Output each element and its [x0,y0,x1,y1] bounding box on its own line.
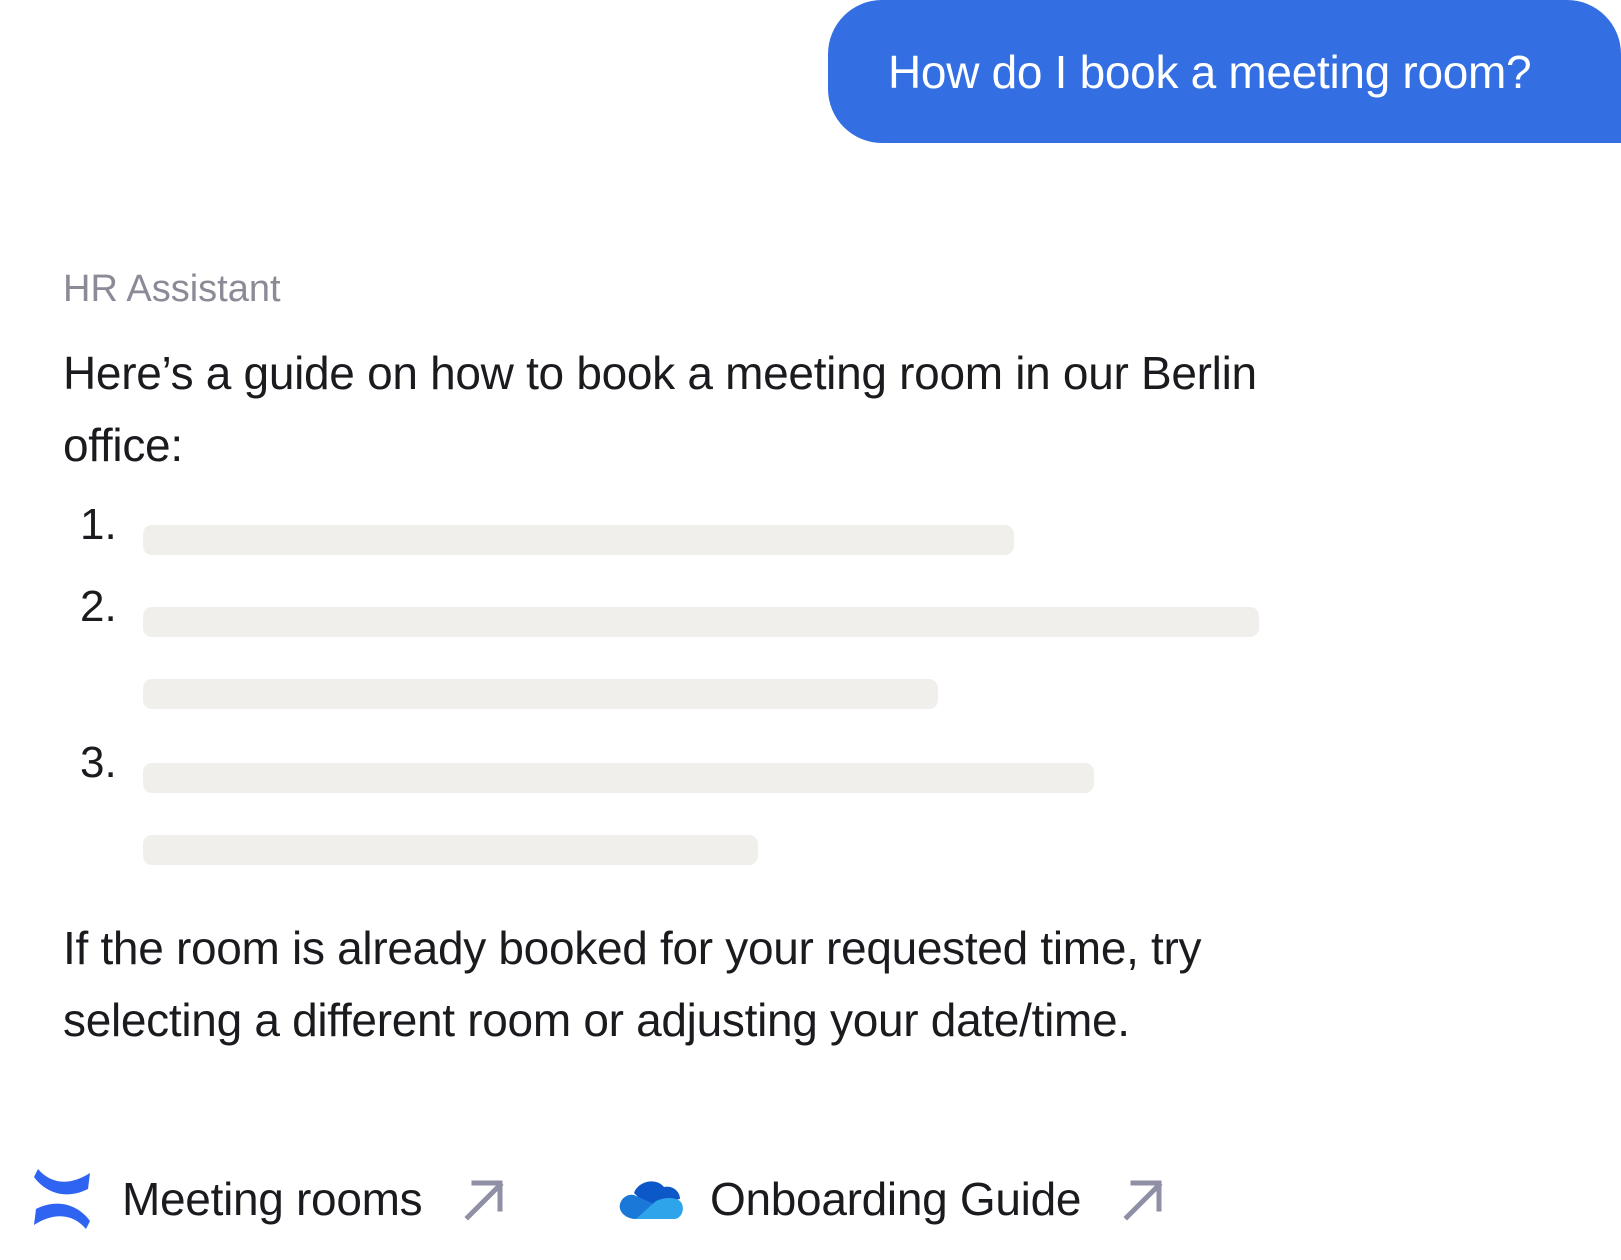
step-number: 3. [80,738,117,787]
step-2-placeholder-line-1 [143,607,1259,637]
external-arrow-icon [1123,1180,1163,1221]
user-message-bubble: How do I book a meeting room? [828,0,1621,143]
assistant-name: HR Assistant [63,268,281,310]
step-2-placeholder-line-2 [143,679,938,709]
step-3-placeholder-line-2 [143,835,758,865]
step-number: 2. [80,582,117,631]
step-3-placeholder-line-1 [143,763,1094,793]
external-arrow-icon [464,1180,504,1221]
assistant-intro-text: Here’s a guide on how to book a meeting … [63,347,1257,471]
confluence-icon [34,1169,90,1229]
user-message-text: How do I book a meeting room? [888,45,1532,98]
source-label: Onboarding Guide [710,1173,1082,1225]
source-label: Meeting rooms [122,1173,423,1225]
step-1-placeholder [143,525,1014,555]
onedrive-icon [619,1181,683,1219]
assistant-outro-text: If the room is already booked for your r… [63,922,1202,1046]
chat-view: How do I book a meeting room? HR Assista… [0,0,1621,1260]
step-number: 1. [80,500,117,549]
source-link-meeting-rooms[interactable]: Meeting rooms [30,1165,508,1233]
source-link-onboarding-guide[interactable]: Onboarding Guide [616,1165,1167,1233]
